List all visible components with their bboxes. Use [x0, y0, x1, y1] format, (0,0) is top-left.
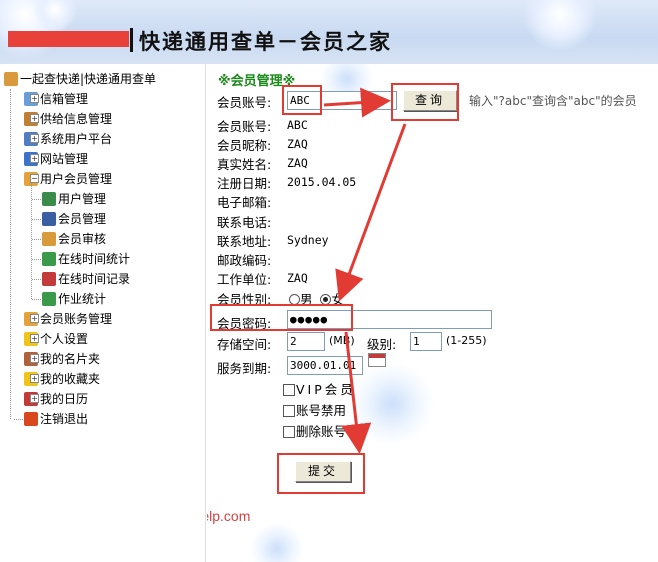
sidebar-item-user-admin[interactable]: 用户管理	[32, 189, 106, 209]
checkbox[interactable]	[283, 405, 295, 417]
collapse-icon[interactable]: −	[30, 174, 39, 183]
expand-icon[interactable]: +	[30, 114, 39, 123]
expand-icon[interactable]: +	[30, 94, 39, 103]
flower-decoration	[347, 364, 437, 444]
flower-decoration	[247, 524, 307, 562]
sidebar-item-stats-chart[interactable]: 在线时间统计	[32, 249, 130, 269]
field-label: 工作单位:	[217, 271, 272, 287]
field-label: 真实姓名:	[217, 157, 272, 173]
calendar-picker-icon[interactable]	[368, 353, 386, 367]
page-header: 快递通用查单－会员之家	[0, 0, 658, 64]
tree-line	[14, 419, 23, 420]
sidebar-item-card-holder[interactable]: + 我的名片夹	[24, 349, 100, 369]
header-separator	[130, 28, 133, 52]
storage-input[interactable]: 2	[287, 332, 325, 351]
storage-unit: (MB)	[329, 334, 355, 347]
member-form-panel: ※会员管理※ 会员账号: ABC 查询 输入"?abc"查询含"abc"的会员 …	[207, 64, 658, 562]
logout-icon	[24, 412, 38, 426]
tree-root[interactable]: 一起查快递|快递通用查单	[4, 69, 156, 89]
tree-line	[32, 279, 41, 280]
field-label: 联系电话:	[217, 214, 272, 230]
calendar-record-icon	[42, 272, 56, 286]
annotation-box-query	[391, 83, 459, 121]
user-admin-icon	[42, 192, 56, 206]
checkbox[interactable]	[283, 384, 295, 396]
annotation-box-account	[282, 85, 322, 115]
expand-icon[interactable]: +	[30, 394, 39, 403]
tree-line	[32, 239, 41, 240]
sidebar-item-finance[interactable]: + 会员账务管理	[24, 309, 112, 329]
sidebar-item-work-chart[interactable]: 作业统计	[32, 289, 106, 309]
option-checkbox-row[interactable]: 删除账号	[283, 421, 346, 440]
watermark-text: www.ems-help.com	[207, 508, 251, 524]
search-label: 会员账号:	[217, 95, 272, 110]
arrow-to-password	[335, 123, 407, 302]
member-icon	[42, 212, 56, 226]
field-value: ZAQ	[287, 137, 308, 152]
sidebar-item-calendar[interactable]: + 我的日历	[24, 389, 88, 409]
expand-icon[interactable]: +	[30, 374, 39, 383]
level-label: 级别:	[367, 337, 397, 352]
tree-line	[10, 89, 11, 419]
sidebar-item-smiley[interactable]: + 个人设置	[24, 329, 88, 349]
header-flower-decoration	[520, 0, 600, 50]
expand-icon[interactable]: +	[30, 354, 39, 363]
sidebar-item-supply[interactable]: + 供给信息管理	[24, 109, 112, 129]
field-value: ZAQ	[287, 156, 308, 171]
tree-line	[31, 183, 32, 299]
sidebar-item-website[interactable]: + 网站管理	[24, 149, 88, 169]
tree-line	[32, 299, 41, 300]
sidebar-item-calendar-record[interactable]: 在线时间记录	[32, 269, 130, 289]
expand-icon[interactable]: +	[30, 314, 39, 323]
work-chart-icon	[42, 292, 56, 306]
expand-icon[interactable]: +	[30, 134, 39, 143]
tree-line	[32, 259, 41, 260]
field-label: 注册日期:	[217, 176, 272, 192]
checkbox[interactable]	[283, 426, 295, 438]
expand-icon[interactable]: +	[30, 334, 39, 343]
field-label: 联系地址:	[217, 233, 272, 249]
field-label: 邮政编码:	[217, 252, 272, 268]
level-input[interactable]: 1	[410, 332, 442, 351]
tree-line	[32, 199, 41, 200]
expiry-label: 服务到期:	[217, 361, 272, 376]
tree-line	[32, 219, 41, 220]
sidebar-item-member-users[interactable]: − 用户会员管理	[24, 169, 112, 189]
option-checkbox-row[interactable]: VIP会员	[283, 379, 356, 398]
field-label: 电子邮箱:	[217, 195, 272, 211]
search-hint: 输入"?abc"查询含"abc"的会员	[469, 94, 637, 108]
sidebar-item-member[interactable]: 会员管理	[32, 209, 106, 229]
field-label: 会员昵称:	[217, 138, 272, 154]
field-value: ABC	[287, 118, 308, 132]
sidebar-item-star[interactable]: + 我的收藏夹	[24, 369, 100, 389]
annotation-box-password	[210, 304, 353, 331]
field-label: 会员账号:	[217, 119, 272, 134]
field-value: ZAQ	[287, 270, 308, 285]
field-value: 2015.04.05	[287, 175, 357, 190]
expiry-date-input[interactable]: 3000.01.01	[287, 356, 363, 375]
redacted-logo-text	[8, 31, 129, 47]
page-title: 快递通用查单－会员之家	[139, 29, 392, 54]
sidebar-item-mailbox[interactable]: + 信箱管理	[24, 89, 88, 109]
expand-icon[interactable]: +	[30, 154, 39, 163]
home-icon	[4, 72, 18, 86]
annotation-box-submit	[277, 453, 365, 494]
sidebar-item-system-users[interactable]: + 系统用户平台	[24, 129, 112, 149]
sidebar-tree: 一起查快递|快递通用查单 + 信箱管理 + 供给信息管理 + 系统用户平台 + 网站管理 − 用户…	[0, 64, 206, 562]
field-value: Sydney	[287, 232, 329, 247]
stats-chart-icon	[42, 252, 56, 266]
option-checkbox-row[interactable]: 账号禁用	[283, 400, 346, 419]
level-range: (1-255)	[446, 334, 487, 347]
sidebar-item-logout[interactable]: 注销退出	[14, 409, 88, 429]
storage-label: 存储空间:	[217, 337, 272, 352]
sidebar-item-handshake[interactable]: 会员审核	[32, 229, 106, 249]
handshake-icon	[42, 232, 56, 246]
